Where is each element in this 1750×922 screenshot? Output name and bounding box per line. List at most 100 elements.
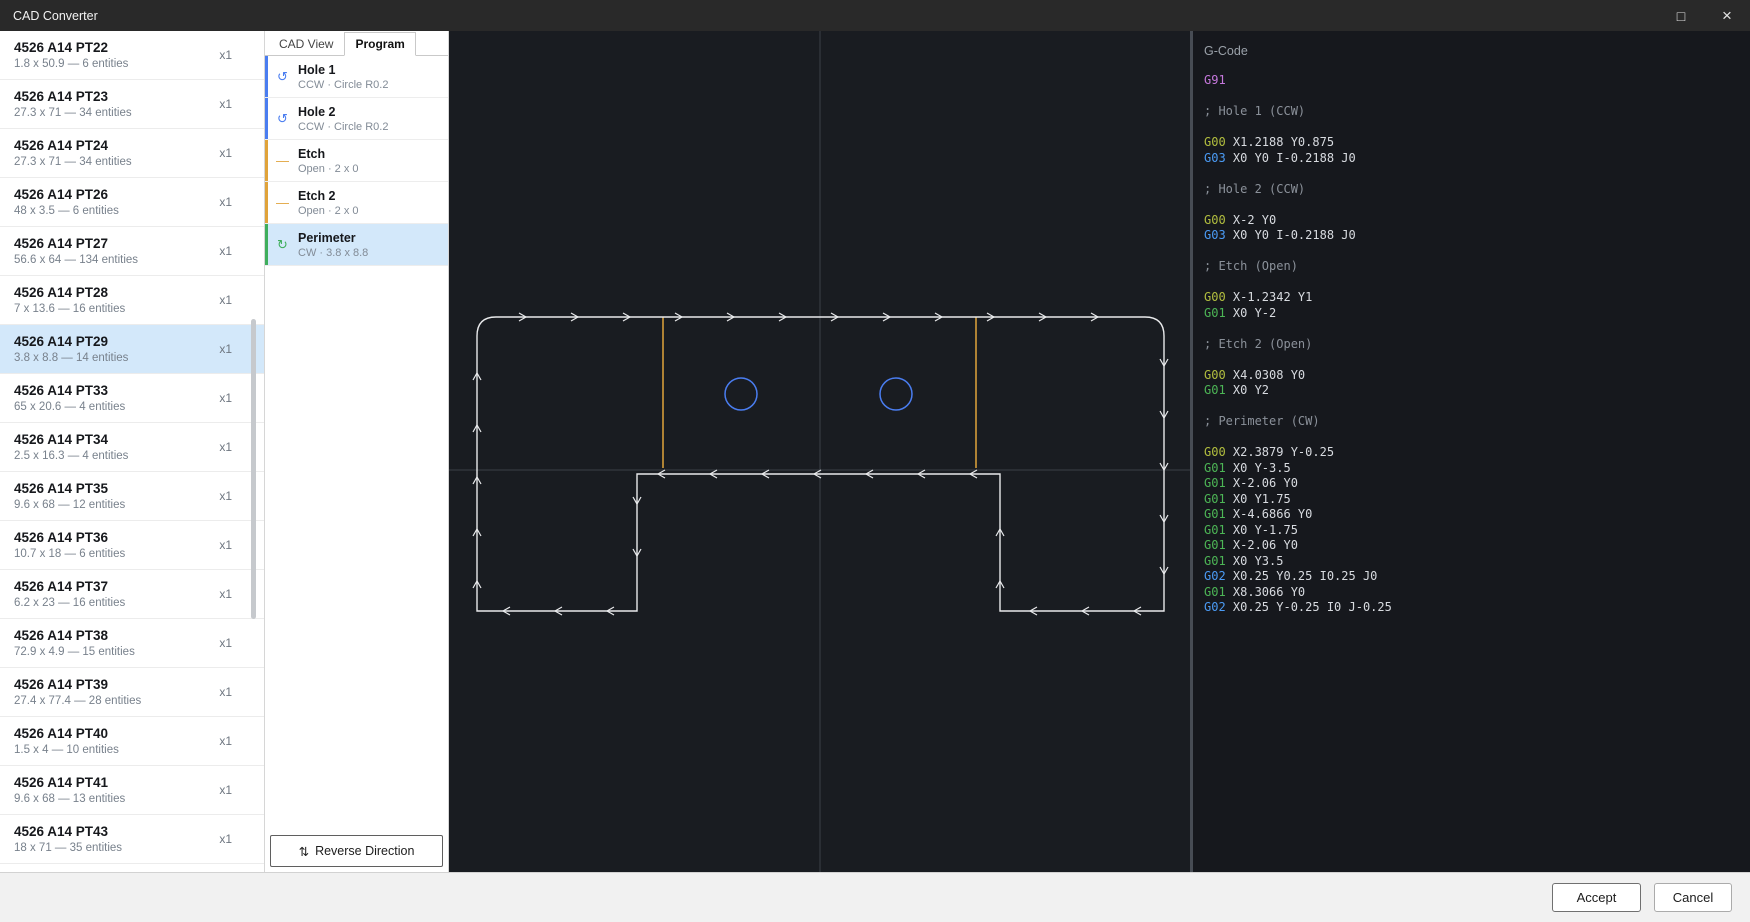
close-button[interactable]: × [1704, 0, 1750, 31]
part-list-item[interactable]: 4526 A14 PT293.8 x 8.8 — 14 entitiesx1 [0, 325, 264, 374]
gcode-blank-line [1193, 244, 1750, 260]
gcode-command-line: G01 X0 Y-2 [1193, 306, 1750, 322]
reverse-direction-icon: ⇅ [299, 844, 309, 859]
ccw-icon: ↺ [274, 69, 291, 85]
reverse-direction-button[interactable]: ⇅ Reverse Direction [270, 835, 443, 867]
gcode-command-line: G01 X8.3066 Y0 [1193, 585, 1750, 601]
gcode-word: G01 [1204, 554, 1226, 568]
gcode-command-line: G01 X-2.06 Y0 [1193, 476, 1750, 492]
part-text: 4526 A14 PT221.8 x 50.9 — 6 entities [14, 40, 128, 70]
operation-item[interactable]: ↺Hole 2CCW · Circle R0.2 [265, 98, 448, 140]
operation-text: Hole 2CCW · Circle R0.2 [298, 105, 388, 133]
titlebar: CAD Converter □ × [0, 0, 1750, 31]
accept-button[interactable]: Accept [1552, 883, 1641, 912]
part-detail: 9.6 x 68 — 12 entities [14, 499, 125, 511]
parts-sidebar: 4526 A14 PT221.8 x 50.9 — 6 entitiesx145… [0, 31, 265, 872]
part-list-item[interactable]: 4526 A14 PT2327.3 x 71 — 34 entities x1 [0, 80, 264, 129]
operation-detail: CCW · Circle R0.2 [298, 121, 388, 133]
part-list-item[interactable]: 4526 A14 PT44x1 [0, 864, 264, 872]
gcode-word: G02 [1204, 569, 1226, 583]
operation-accent-bar [265, 98, 268, 139]
gcode-command-line: G01 X0 Y3.5 [1193, 554, 1750, 570]
operation-item[interactable]: ↺Hole 1CCW · Circle R0.2 [265, 56, 448, 98]
gcode-command-line: G01 X-2.06 Y0 [1193, 538, 1750, 554]
gcode-word: G01 [1204, 523, 1226, 537]
part-list-item[interactable]: 4526 A14 PT2427.3 x 71 — 34 entitiesx1 [0, 129, 264, 178]
operation-detail: Open · 2 x 0 [298, 163, 359, 175]
part-text: 4526 A14 PT2427.3 x 71 — 34 entities [14, 138, 132, 168]
operation-item[interactable]: —EtchOpen · 2 x 0 [265, 140, 448, 182]
main-content: 4526 A14 PT221.8 x 50.9 — 6 entitiesx145… [0, 31, 1750, 872]
gcode-command-line: G01 X-4.6866 Y0 [1193, 507, 1750, 523]
part-qty: x1 [219, 293, 232, 307]
part-text: 4526 A14 PT419.6 x 68 — 13 entities [14, 775, 125, 805]
gcode-command-line: G03 X0 Y0 I-0.2188 J0 [1193, 151, 1750, 167]
part-detail: 1.5 x 4 — 10 entities [14, 744, 119, 756]
etch-icon: — [274, 195, 291, 210]
gcode-blank-line [1193, 430, 1750, 446]
part-list-item[interactable]: 4526 A14 PT3365 x 20.6 — 4 entitiesx1 [0, 374, 264, 423]
cad-canvas[interactable] [449, 31, 1190, 872]
gcode-word: G00 [1204, 368, 1226, 382]
part-text: 4526 A14 PT342.5 x 16.3 — 4 entities [14, 432, 128, 462]
part-list-item[interactable]: 4526 A14 PT359.6 x 68 — 12 entitiesx1 [0, 472, 264, 521]
part-qty: x1 [219, 489, 232, 503]
tab-program[interactable]: Program [344, 32, 415, 56]
operation-text: Etch Open · 2 x 0 [298, 147, 359, 175]
part-qty: x1 [219, 342, 232, 356]
part-qty: x1 [219, 97, 232, 111]
gcode-blank-line [1193, 197, 1750, 213]
part-list-item[interactable]: 4526 A14 PT3610.7 x 18 — 6 entitiesx1 [0, 521, 264, 570]
gcode-command-line: G00 X-2 Y0 [1193, 213, 1750, 229]
gcode-comment-line: ; Etch (Open) [1193, 259, 1750, 275]
gcode-command-line: G00 X4.0308 Y0 [1193, 368, 1750, 384]
gcode-word: G01 [1204, 492, 1226, 506]
cancel-button[interactable]: Cancel [1654, 883, 1732, 912]
gcode-word: G91 [1204, 73, 1226, 87]
part-list-item[interactable]: 4526 A14 PT419.6 x 68 — 13 entitiesx1 [0, 766, 264, 815]
part-list-item[interactable]: 4526 A14 PT342.5 x 16.3 — 4 entitiesx1 [0, 423, 264, 472]
part-qty: x1 [219, 195, 232, 209]
part-list-item[interactable]: 4526 A14 PT3872.9 x 4.9 — 15 entitiesx1 [0, 619, 264, 668]
part-text: 4526 A14 PT2756.6 x 64 — 134 entities [14, 236, 138, 266]
hole-circle [880, 378, 912, 410]
gcode-word: G01 [1204, 585, 1226, 599]
part-detail: 10.7 x 18 — 6 entities [14, 548, 125, 560]
gcode-command-line: G00 X-1.2342 Y1 [1193, 290, 1750, 306]
part-qty: x1 [219, 48, 232, 62]
operation-item[interactable]: —Etch 2Open · 2 x 0 [265, 182, 448, 224]
part-list-item[interactable]: 4526 A14 PT2648 x 3.5 — 6 entitiesx1 [0, 178, 264, 227]
gcode-comment-line: ; Hole 1 (CCW) [1193, 104, 1750, 120]
sidebar-scrollbar-thumb[interactable] [251, 319, 256, 619]
gcode-command-line: G02 X0.25 Y0.25 I0.25 J0 [1193, 569, 1750, 585]
part-list-item[interactable]: 4526 A14 PT2756.6 x 64 — 134 entities x1 [0, 227, 264, 276]
part-text: 4526 A14 PT287 x 13.6 — 16 entities [14, 285, 125, 315]
gcode-word: G01 [1204, 538, 1226, 552]
gcode-command-line: G02 X0.25 Y-0.25 I0 J-0.25 [1193, 600, 1750, 616]
part-list-item[interactable]: 4526 A14 PT221.8 x 50.9 — 6 entities x1 [0, 31, 264, 80]
gcode-blank-line [1193, 120, 1750, 136]
gcode-word: G01 [1204, 476, 1226, 490]
operation-item[interactable]: ↻PerimeterCW · 3.8 x 8.8 [265, 224, 448, 266]
operation-accent-bar [265, 56, 268, 97]
parts-list: 4526 A14 PT221.8 x 50.9 — 6 entitiesx145… [0, 31, 264, 872]
part-detail: 7 x 13.6 — 16 entities [14, 303, 125, 315]
part-list-item[interactable]: 4526 A14 PT376.2 x 23 — 16 entitiesx1 [0, 570, 264, 619]
part-list-item[interactable]: 4526 A14 PT287 x 13.6 — 16 entities x1 [0, 276, 264, 325]
part-detail: 27.3 x 71 — 34 entities [14, 156, 132, 168]
part-text: 4526 A14 PT3365 x 20.6 — 4 entities [14, 383, 125, 413]
program-panel: CAD ViewProgram ↺Hole 1CCW · Circle R0.2… [265, 31, 449, 872]
tab-cad-view[interactable]: CAD View [268, 32, 344, 56]
close-icon: × [1722, 6, 1732, 26]
part-list-item[interactable]: 4526 A14 PT3927.4 x 77.4 — 28 entitiesx1 [0, 668, 264, 717]
operations-footer: ⇅ Reverse Direction [265, 835, 448, 872]
gcode-word: G03 [1204, 228, 1226, 242]
part-qty: x1 [219, 734, 232, 748]
part-qty: x1 [219, 244, 232, 258]
part-list-item[interactable]: 4526 A14 PT401.5 x 4 — 10 entitiesx1 [0, 717, 264, 766]
view-tabs: CAD ViewProgram [265, 31, 448, 56]
maximize-button[interactable]: □ [1658, 0, 1704, 31]
part-text: 4526 A14 PT2327.3 x 71 — 34 entities [14, 89, 132, 119]
operation-name: Etch [298, 147, 359, 161]
part-list-item[interactable]: 4526 A14 PT4318 x 71 — 35 entitiesx1 [0, 815, 264, 864]
